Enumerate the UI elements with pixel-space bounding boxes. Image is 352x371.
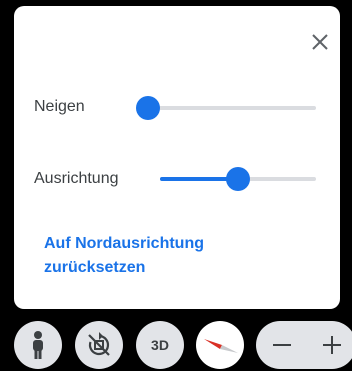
reset-north-link[interactable]: Auf Nordausrichtung zurücksetzen (44, 232, 264, 280)
compass-icon (204, 339, 238, 353)
close-icon (312, 34, 328, 50)
rotate-disabled-icon (88, 332, 110, 356)
3d-label: 3D (151, 337, 169, 353)
close-button[interactable] (306, 28, 334, 56)
tilt-slider-thumb[interactable] (136, 96, 160, 120)
tilt-label: Neigen (34, 98, 85, 115)
rotate-map-button[interactable] (75, 321, 123, 369)
zoom-in-button[interactable] (308, 321, 352, 369)
zoom-out-button[interactable] (258, 321, 306, 369)
plus-icon (323, 336, 341, 354)
orientation-slider-thumb[interactable] (226, 167, 250, 191)
minus-icon (273, 344, 291, 346)
tilt-slider-track (148, 106, 316, 110)
map-toolbar: 3D (0, 320, 352, 370)
orientation-panel: Neigen Ausrichtung Auf Nordausrichtung z… (14, 6, 340, 309)
orientation-label: Ausrichtung (34, 170, 119, 187)
orientation-slider[interactable] (160, 167, 316, 191)
3d-toggle-button[interactable]: 3D (136, 321, 184, 369)
compass-button[interactable] (196, 321, 244, 369)
pegman-icon (33, 331, 43, 359)
map-controls-frame: Neigen Ausrichtung Auf Nordausrichtung z… (0, 0, 352, 371)
street-view-button[interactable] (14, 321, 62, 369)
tilt-slider[interactable] (136, 96, 316, 120)
zoom-controls (256, 321, 352, 369)
